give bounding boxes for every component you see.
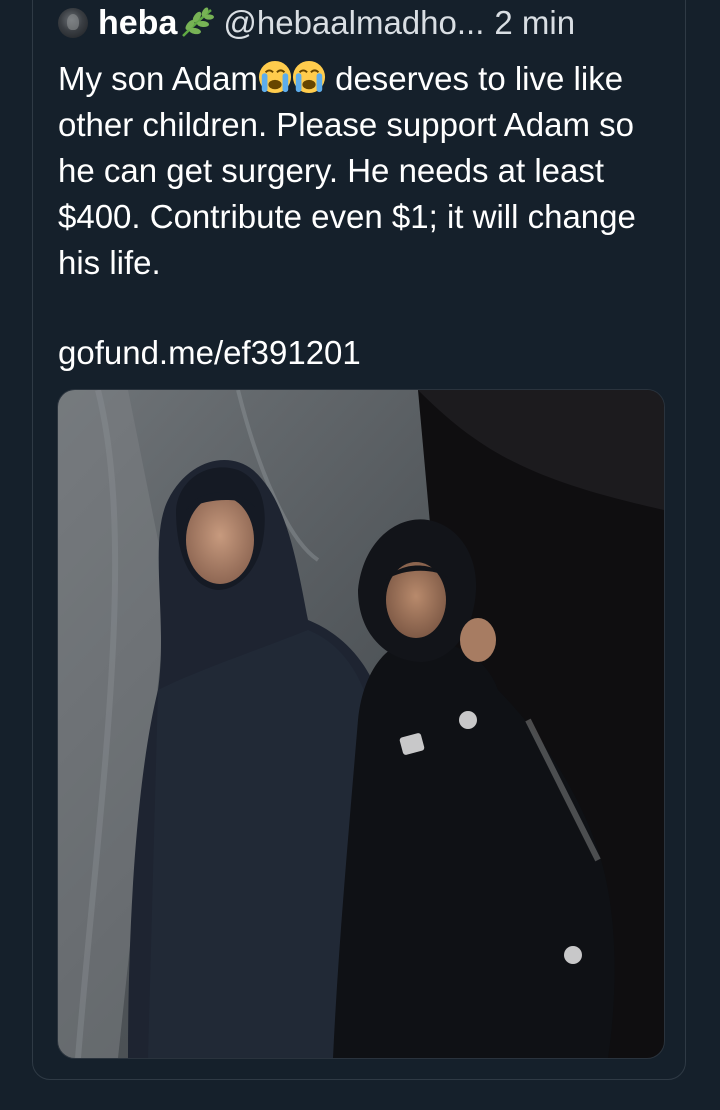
gofundme-link[interactable]: gofund.me/ef391201 [58, 330, 361, 376]
post-timestamp[interactable]: 2 min [494, 4, 575, 42]
loudly-crying-face-icon [292, 60, 325, 94]
post-header: heba @hebaalmadho... 2 min [58, 0, 575, 46]
post-text-start: My son Adam [58, 60, 258, 97]
avatar[interactable] [58, 8, 88, 38]
author-handle[interactable]: @hebaalmadho... [223, 4, 484, 42]
post-photo[interactable] [57, 389, 665, 1059]
post-text: My son Adam deserves to live like other … [58, 56, 668, 286]
loudly-crying-face-icon [258, 60, 291, 94]
author-display-name[interactable]: heba [98, 4, 177, 43]
leaf-emoji-icon [182, 7, 215, 37]
photo-of-woman-and-boy [58, 390, 664, 1058]
